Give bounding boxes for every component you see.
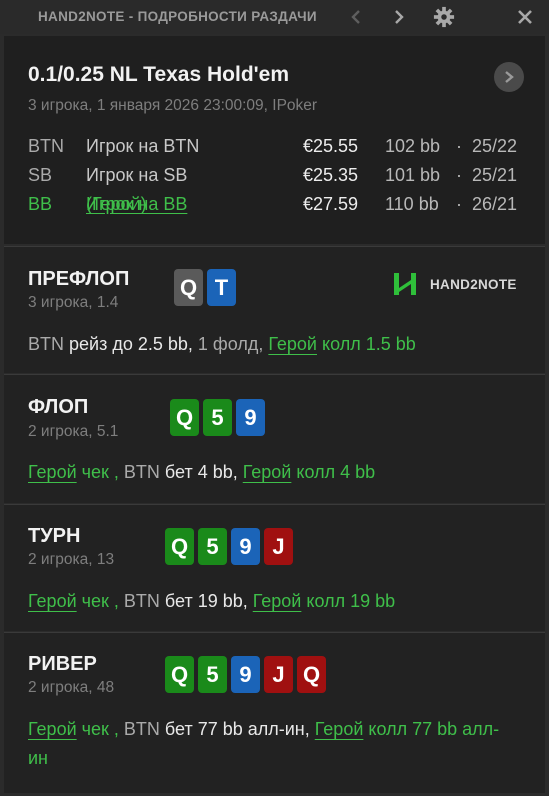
card: Q [170, 399, 199, 436]
separator: · [456, 165, 462, 185]
street-title: ПРЕФЛОП [28, 268, 130, 290]
players-list: BTN Игрок на BTN €25.55 102 bb · 25/22 S… [28, 136, 528, 223]
player-stack-bb: 102 bb [385, 136, 441, 156]
street-preflop: ПРЕФЛОП 3 игрока, 1.4 Q T HAND2NOTE BTN … [4, 246, 545, 373]
player-position: BTN [28, 136, 64, 156]
action-text: чек , [76, 462, 124, 482]
logo-text: HAND2NOTE [430, 276, 517, 292]
card: J [264, 528, 293, 565]
player-stack: €25.35 [303, 165, 359, 185]
street-actions: BTN рейз до 2.5 bb, 1 фолд, Герой колл 1… [28, 330, 518, 359]
action-player: BTN [123, 462, 160, 482]
player-position: SB [28, 165, 53, 185]
hero-link[interactable]: Герой [243, 462, 292, 482]
hand-header: 0.1/0.25 NL Texas Hold'em 3 игрока, 1 ян… [4, 36, 545, 244]
player-name: Игрок на SB [86, 165, 188, 185]
street-actions: Герой чек , BTN бет 19 bb, Герой колл 19… [28, 587, 518, 616]
street-title: ТУРН [28, 525, 81, 547]
player-row-hero: BB Игрок на BB (Герой) €27.59 110 bb · 2… [28, 194, 528, 223]
card: Q [297, 656, 326, 693]
card: 9 [236, 399, 265, 436]
board-cards: Q 5 9 J [165, 528, 293, 565]
action-text: 1 фолд, [197, 334, 269, 354]
hand2note-logo-icon [394, 273, 416, 295]
card: Q [165, 528, 194, 565]
street-title: ФЛОП [28, 396, 89, 418]
action-text: бет 19 bb, [159, 591, 253, 611]
chevron-left-icon[interactable] [343, 4, 369, 30]
street-actions: Герой чек , BTN бет 4 bb, Герой колл 4 b… [28, 458, 518, 487]
action-text: колл 1.5 bb [317, 334, 416, 354]
card: T [207, 269, 236, 306]
player-stack-bb: 101 bb [385, 165, 441, 185]
action-text: чек , [76, 719, 124, 739]
street-flop: ФЛОП 2 игрока, 5.1 Q 5 9 Герой чек , BTN… [4, 374, 545, 503]
action-text: чек , [76, 591, 124, 611]
hero-link[interactable]: Герой [28, 719, 77, 739]
card: 9 [231, 528, 260, 565]
action-text: рейз до 2.5 bb, [64, 334, 198, 354]
hero-link[interactable]: Герой [253, 591, 302, 611]
street-actions: Герой чек , BTN бет 77 bb алл-ин, Герой … [28, 715, 518, 773]
hand2note-logo: HAND2NOTE [392, 271, 517, 297]
board-cards: Q 5 9 J Q [165, 656, 326, 693]
window-title: HAND2NOTE - ПОДРОБНОСТИ РАЗДАЧИ [38, 9, 317, 24]
player-name: Игрок на BTN [86, 136, 200, 156]
hand-subtitle: 3 игрока, 1 января 2026 23:00:09, IPoker [28, 97, 318, 114]
player-stats: 25/22 [472, 136, 518, 156]
player-stats: 25/21 [472, 165, 518, 185]
street-river: РИВЕР 2 игрока, 48 Q 5 9 J Q Герой чек ,… [4, 632, 545, 793]
player-position: BB [28, 194, 53, 214]
action-text: бет 77 bb алл-ин, [159, 719, 315, 739]
close-icon[interactable] [512, 4, 538, 30]
action-text: колл 4 bb [291, 462, 376, 482]
hero-link[interactable]: Герой [28, 462, 77, 482]
action-player: BTN [123, 719, 160, 739]
card: Q [174, 269, 203, 306]
player-row: BTN Игрок на BTN €25.55 102 bb · 25/22 [28, 136, 528, 165]
chevron-right-icon[interactable] [386, 4, 412, 30]
card: 5 [203, 399, 232, 436]
card: 9 [231, 656, 260, 693]
hole-cards: Q T [174, 269, 236, 306]
hero-link[interactable]: Герой [315, 719, 364, 739]
action-player: BTN [123, 591, 160, 611]
board-cards: Q 5 9 [170, 399, 265, 436]
gear-icon[interactable] [431, 4, 457, 30]
card: 5 [198, 528, 227, 565]
street-info: 3 игрока, 1.4 [28, 294, 119, 311]
player-stack: €25.55 [303, 136, 359, 156]
card: Q [165, 656, 194, 693]
separator: · [456, 194, 462, 214]
hero-link[interactable]: Герой [28, 591, 77, 611]
hero-tag: (Герой) [86, 194, 147, 214]
action-text: колл 19 bb [301, 591, 396, 611]
action-text: бет 4 bb, [159, 462, 243, 482]
hero-link[interactable]: Герой [268, 334, 317, 354]
player-stack: €27.59 [303, 194, 359, 214]
street-turn: ТУРН 2 игрока, 13 Q 5 9 J Герой чек , BT… [4, 504, 545, 631]
player-stack-bb: 110 bb [385, 194, 439, 214]
card: J [264, 656, 293, 693]
title-bar: HAND2NOTE - ПОДРОБНОСТИ РАЗДАЧИ [0, 0, 549, 34]
street-info: 2 игрока, 13 [28, 551, 115, 568]
chevron-right-circle-icon[interactable] [494, 62, 524, 92]
separator: · [456, 136, 462, 156]
player-row: SB Игрок на SB €25.35 101 bb · 25/21 [28, 165, 528, 194]
street-info: 2 игрока, 5.1 [28, 423, 119, 440]
street-title: РИВЕР [28, 653, 97, 675]
street-info: 2 игрока, 48 [28, 679, 115, 696]
card: 5 [198, 656, 227, 693]
action-player: BTN [28, 334, 64, 354]
game-title: 0.1/0.25 NL Texas Hold'em [28, 63, 290, 86]
player-stats: 26/21 [472, 194, 518, 214]
